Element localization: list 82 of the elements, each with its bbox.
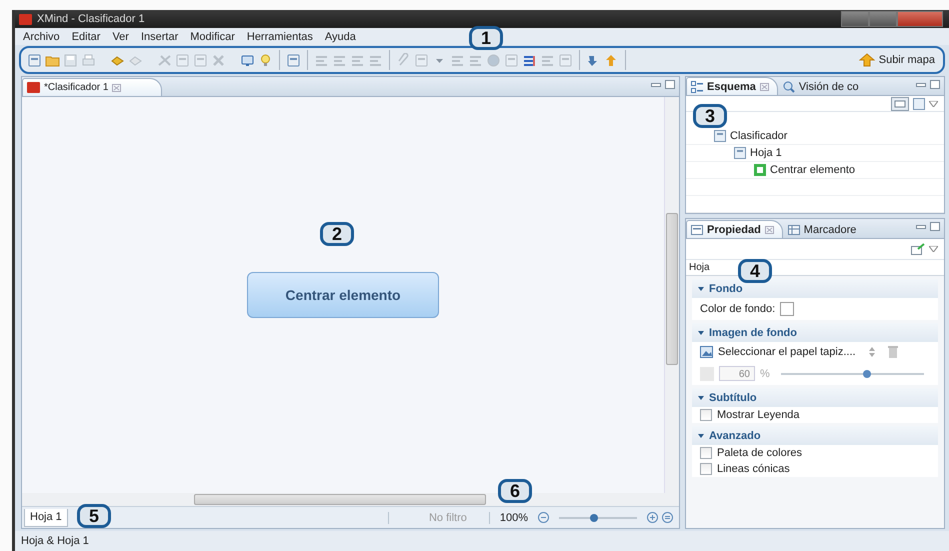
zoom-out-icon[interactable] <box>538 512 549 523</box>
table-icon <box>788 224 800 236</box>
maximize-icon[interactable] <box>665 80 675 89</box>
wallpaper-selector[interactable]: Seleccionar el papel tapiz.... <box>718 346 856 358</box>
close-icon[interactable] <box>760 82 769 90</box>
editor-tab[interactable]: *Clasificador 1 <box>22 78 162 96</box>
zoom-in-icon[interactable] <box>647 512 658 523</box>
paperclip-icon[interactable] <box>396 52 411 68</box>
minimize-button[interactable] <box>841 11 869 27</box>
delete-icon[interactable] <box>211 52 226 68</box>
checkbox-label: Lineas cónicas <box>717 463 790 475</box>
panel-tab[interactable]: Propiedad <box>686 220 783 238</box>
section-header[interactable]: Fondo <box>692 279 938 298</box>
outline-icon <box>691 80 703 92</box>
color-swatch[interactable] <box>780 302 794 316</box>
export-icon[interactable] <box>911 243 925 255</box>
minimize-icon[interactable] <box>916 82 926 86</box>
section-header[interactable]: Subtítulo <box>692 388 938 407</box>
callout-number: 6 <box>498 479 532 503</box>
view-menu-icon[interactable] <box>929 100 938 106</box>
menu-item[interactable]: Archivo <box>23 30 60 42</box>
field-label: Color de fondo: <box>700 303 776 315</box>
central-topic[interactable]: Centrar elemento <box>247 272 439 318</box>
window-title: XMind - Clasificador 1 <box>37 13 145 25</box>
section-header[interactable]: Avanzado <box>692 426 938 445</box>
sheet-view-icon[interactable] <box>913 98 925 110</box>
zoom-fit-icon[interactable] <box>662 512 673 523</box>
panel-tab[interactable]: Visión de co <box>778 77 868 95</box>
callout-number: 3 <box>693 104 727 128</box>
sheet-icon <box>734 147 746 159</box>
zoom-level: 100% <box>498 512 529 524</box>
checkbox-label: Paleta de colores <box>717 447 802 459</box>
minimize-icon[interactable] <box>651 83 661 87</box>
checkbox[interactable] <box>700 409 712 421</box>
tree-item[interactable]: Centrar elemento <box>770 164 855 176</box>
tree-item[interactable]: Hoja 1 <box>750 147 782 159</box>
trash-icon[interactable] <box>888 346 898 358</box>
filter-label: No filtro <box>388 512 490 524</box>
maximize-button[interactable] <box>869 11 897 27</box>
magnifier-icon <box>782 80 795 92</box>
unit-label: % <box>760 368 770 380</box>
up-arrow-icon[interactable] <box>604 52 619 68</box>
callout-number: 5 <box>77 504 111 528</box>
sheet-icon <box>714 130 726 142</box>
save-icon[interactable] <box>63 52 78 68</box>
vertical-scrollbar[interactable] <box>664 97 679 493</box>
checkbox[interactable] <box>700 447 712 459</box>
app-logo-icon <box>19 14 32 24</box>
checkbox[interactable] <box>700 463 712 475</box>
menu-item[interactable]: Ver <box>112 30 129 42</box>
close-icon[interactable] <box>112 84 122 92</box>
upload-map-button[interactable]: Subir mapa <box>856 53 937 67</box>
spinner-icon[interactable] <box>868 347 875 357</box>
menu-item[interactable]: Herramientas <box>246 30 313 42</box>
tree-item[interactable]: Clasificador <box>730 130 788 142</box>
panel-tab[interactable]: Marcadore <box>782 220 866 238</box>
map-file-icon <box>27 82 40 93</box>
close-button[interactable] <box>897 11 943 27</box>
opacity-slider[interactable] <box>862 370 871 378</box>
menu-item[interactable]: Modificar <box>190 30 235 42</box>
section-header[interactable]: Imagen de fondo <box>692 323 938 342</box>
tree-view-icon[interactable] <box>891 96 909 110</box>
properties-icon <box>691 224 703 236</box>
callout-number: 2 <box>320 222 354 246</box>
menu-item[interactable]: Insertar <box>140 30 178 42</box>
close-icon[interactable] <box>764 226 774 234</box>
panel-tab[interactable]: Esquema <box>686 77 778 95</box>
minimize-icon[interactable] <box>916 225 926 229</box>
maximize-icon[interactable] <box>930 80 940 88</box>
callout-number: 1 <box>469 26 503 50</box>
callout-number: 4 <box>738 259 772 283</box>
print-icon[interactable] <box>81 52 96 68</box>
sheet-tab[interactable]: Hoja 1 <box>24 508 68 526</box>
monitor-icon[interactable] <box>240 52 255 68</box>
view-menu-icon[interactable] <box>929 246 938 252</box>
lightbulb-icon[interactable] <box>258 52 273 68</box>
checkbox-label: Mostrar Leyenda <box>717 409 800 421</box>
maximize-icon[interactable] <box>930 222 940 231</box>
status-text: Hoja & Hoja 1 <box>15 531 949 551</box>
menu-item[interactable]: Ayuda <box>324 30 356 42</box>
zoom-slider[interactable] <box>590 514 598 522</box>
menu-item[interactable]: Editar <box>72 30 100 42</box>
